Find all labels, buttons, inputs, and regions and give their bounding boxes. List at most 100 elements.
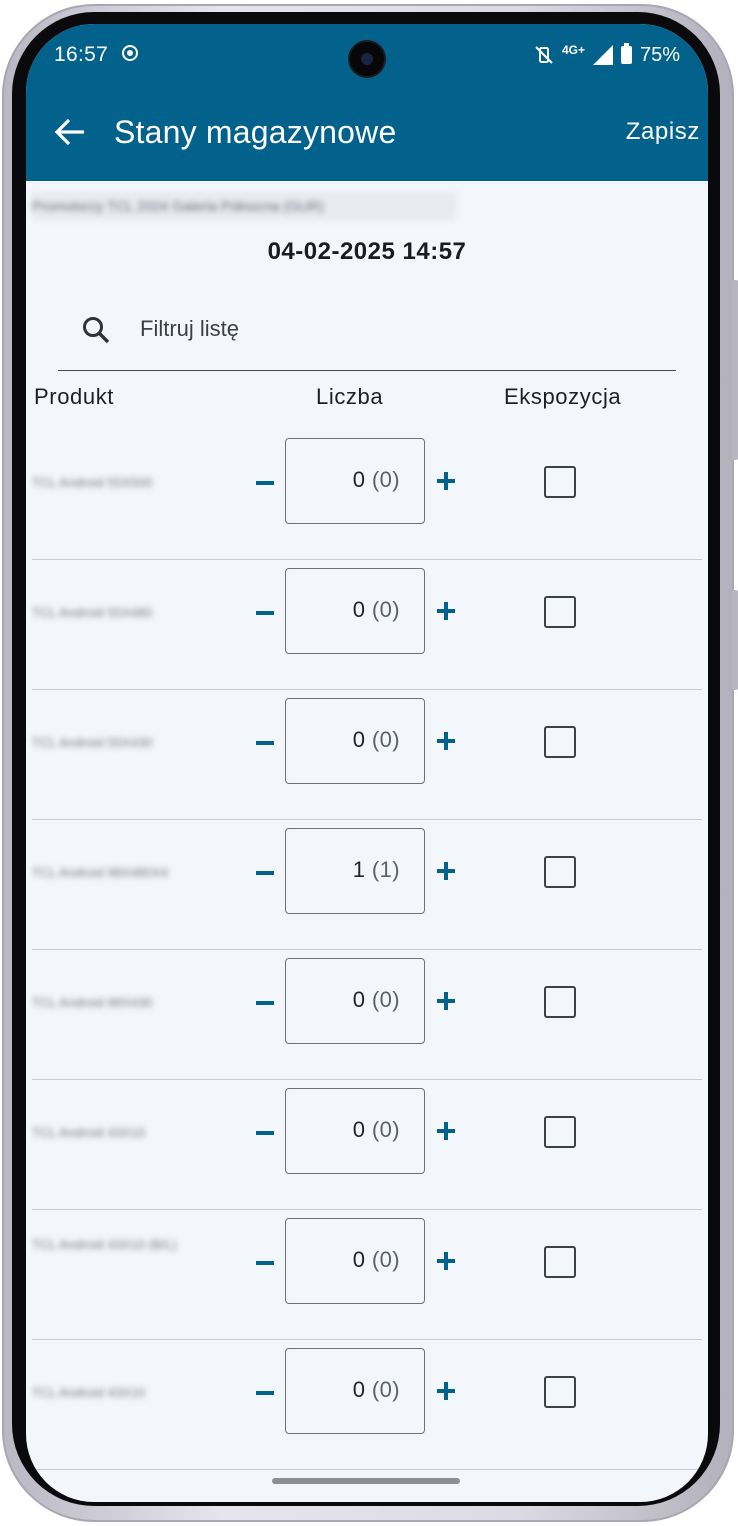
volume-button xyxy=(732,590,738,690)
stock-list: TCL Android 55X500 0 (0) TCL Android 55X… xyxy=(26,430,708,1470)
quantity-previous: (0) xyxy=(371,1117,400,1142)
stock-row: TCL Android 43X10 (B/L) 0 (0) xyxy=(26,1210,708,1340)
product-name: TCL Android 43X10 (B/L) xyxy=(32,1237,177,1252)
quantity-previous: (0) xyxy=(371,467,400,492)
search-input[interactable] xyxy=(140,310,660,348)
quantity-previous: (0) xyxy=(371,727,400,752)
stock-row: TCL Android 55X480 0 (0) xyxy=(26,560,708,690)
app-bar: 16:57 4G+ 75% Stany magazynowe Zapisz xyxy=(26,24,708,181)
product-name: TCL Android 98X480X4 xyxy=(32,865,169,880)
location-name: Promotorzy TCL 2024 Galeria Północna (GU… xyxy=(32,192,456,220)
quantity-count: 0 xyxy=(352,1247,366,1272)
quantity-previous: (1) xyxy=(371,857,400,882)
quantity-previous: (0) xyxy=(371,987,400,1012)
increase-button[interactable] xyxy=(436,471,456,491)
quantity-field[interactable]: 0 (0) xyxy=(285,438,425,524)
product-name: TCL Android 98X430 xyxy=(32,995,153,1010)
exposure-checkbox[interactable] xyxy=(544,596,576,628)
battery-icon xyxy=(620,43,632,64)
vibrate-off-icon xyxy=(535,46,553,64)
exposure-checkbox[interactable] xyxy=(544,1246,576,1278)
stock-row: TCL Android 43X10 0 (0) xyxy=(26,1080,708,1210)
status-time: 16:57 xyxy=(54,43,109,66)
row-divider xyxy=(32,1468,702,1470)
quantity-field[interactable]: 0 (0) xyxy=(285,1218,425,1304)
increase-button[interactable] xyxy=(436,1381,456,1401)
signal-icon xyxy=(592,45,613,65)
stock-row: TCL Android 55X500 0 (0) xyxy=(26,430,708,560)
battery-percent: 75% xyxy=(639,43,680,66)
increase-button[interactable] xyxy=(436,601,456,621)
decrease-button[interactable] xyxy=(254,1382,276,1404)
quantity-value: 0 (0) xyxy=(353,987,400,1013)
exposure-checkbox[interactable] xyxy=(544,466,576,498)
column-header-product: Produkt xyxy=(34,384,115,409)
quantity-count: 1 xyxy=(352,857,366,882)
quantity-previous: (0) xyxy=(371,597,400,622)
increase-button[interactable] xyxy=(436,1251,456,1271)
network-type: 4G+ xyxy=(561,43,585,57)
power-button xyxy=(732,280,738,460)
stock-row: TCL Android 98X480X4 1 (1) xyxy=(26,820,708,950)
decrease-button[interactable] xyxy=(254,732,276,754)
decrease-button[interactable] xyxy=(254,1122,276,1144)
product-name: TCL Android 43X10 xyxy=(32,1385,145,1400)
quantity-count: 0 xyxy=(352,1377,366,1402)
quantity-previous: (0) xyxy=(371,1377,400,1402)
quantity-field[interactable]: 0 (0) xyxy=(285,1348,425,1434)
decrease-button[interactable] xyxy=(254,472,276,494)
quantity-field[interactable]: 0 (0) xyxy=(285,958,425,1044)
quantity-field[interactable]: 0 (0) xyxy=(285,1088,425,1174)
search-field xyxy=(58,304,676,371)
quantity-count: 0 xyxy=(352,467,366,492)
decrease-button[interactable] xyxy=(254,602,276,624)
product-name: TCL Android 55X500 xyxy=(32,475,153,490)
quantity-value: 0 (0) xyxy=(353,1247,400,1273)
product-name: TCL Android 55X480 xyxy=(32,605,153,620)
quantity-value: 0 (0) xyxy=(353,727,400,753)
quantity-count: 0 xyxy=(352,597,366,622)
increase-button[interactable] xyxy=(436,861,456,881)
status-icons: 4G+ 75% xyxy=(534,42,680,68)
report-datetime: 04-02-2025 14:57 xyxy=(267,238,467,265)
quantity-count: 0 xyxy=(352,727,366,752)
title-row: Stany magazynowe Zapisz xyxy=(26,112,708,156)
quantity-count: 0 xyxy=(352,987,366,1012)
stock-row: TCL Android 55X430 0 (0) xyxy=(26,690,708,820)
save-button[interactable]: Zapisz xyxy=(626,118,700,146)
quantity-value: 0 (0) xyxy=(353,1377,400,1403)
increase-button[interactable] xyxy=(436,731,456,751)
page-title: Stany magazynowe xyxy=(114,114,397,150)
stock-row: TCL Android 43X10 0 (0) xyxy=(26,1340,708,1470)
front-camera xyxy=(350,42,384,76)
screen: 16:57 4G+ 75% Stany magazynowe Zapisz Pr… xyxy=(26,24,708,1502)
column-header-exposure: Ekspozycja xyxy=(504,384,622,409)
column-header-count: Liczba xyxy=(316,384,384,409)
home-indicator[interactable] xyxy=(272,1478,460,1484)
exposure-checkbox[interactable] xyxy=(544,986,576,1018)
quantity-count: 0 xyxy=(352,1117,366,1142)
quantity-field[interactable]: 0 (0) xyxy=(285,568,425,654)
decrease-button[interactable] xyxy=(254,992,276,1014)
location-service-icon xyxy=(122,45,138,61)
back-button[interactable] xyxy=(54,112,88,152)
product-name: TCL Android 43X10 xyxy=(32,1125,145,1140)
exposure-checkbox[interactable] xyxy=(544,1116,576,1148)
quantity-field[interactable]: 1 (1) xyxy=(285,828,425,914)
exposure-checkbox[interactable] xyxy=(544,1376,576,1408)
increase-button[interactable] xyxy=(436,991,456,1011)
increase-button[interactable] xyxy=(436,1121,456,1141)
quantity-value: 0 (0) xyxy=(353,1117,400,1143)
search-icon xyxy=(83,317,110,344)
quantity-previous: (0) xyxy=(371,1247,400,1272)
exposure-checkbox[interactable] xyxy=(544,726,576,758)
quantity-field[interactable]: 0 (0) xyxy=(285,698,425,784)
quantity-value: 0 (0) xyxy=(353,597,400,623)
decrease-button[interactable] xyxy=(254,1252,276,1274)
quantity-value: 1 (1) xyxy=(353,857,400,883)
arrow-left-icon xyxy=(54,118,84,146)
decrease-button[interactable] xyxy=(254,862,276,884)
exposure-checkbox[interactable] xyxy=(544,856,576,888)
product-name: TCL Android 55X430 xyxy=(32,735,153,750)
quantity-value: 0 (0) xyxy=(353,467,400,493)
